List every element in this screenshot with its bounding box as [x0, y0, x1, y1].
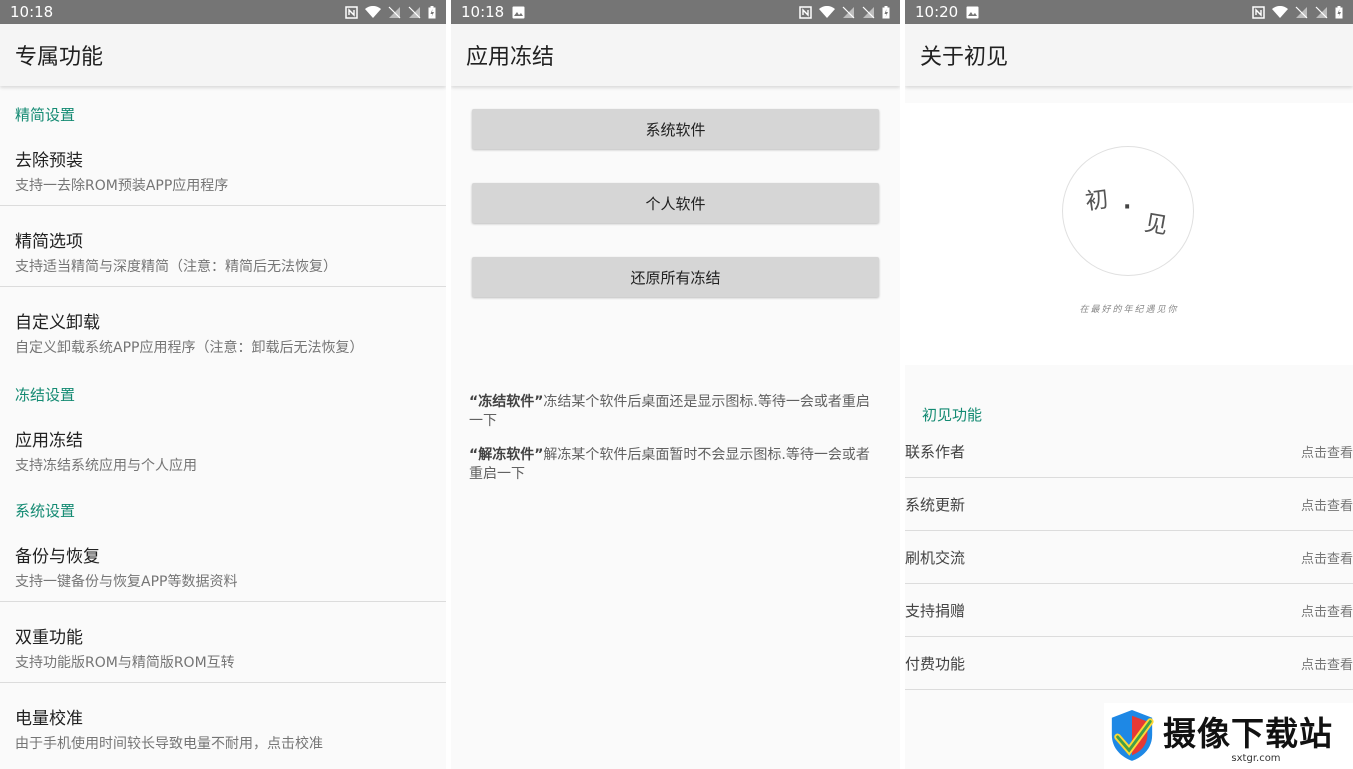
signal-off-icon	[388, 6, 401, 18]
battery-charging-icon	[428, 5, 436, 18]
status-bar: 10:18	[0, 0, 446, 24]
wifi-icon	[365, 5, 381, 18]
section-header-freeze: 冻结设置	[15, 386, 76, 404]
item-subtitle: 支持冻结系统应用与个人应用	[15, 458, 197, 474]
logo-circle: 初 · 见	[1062, 146, 1194, 276]
system-apps-button[interactable]: 系统软件	[472, 109, 879, 149]
divider	[0, 601, 446, 602]
logo-char-1: 初	[1083, 186, 1111, 216]
item-title: 备份与恢复	[15, 547, 100, 567]
item-subtitle: 支持一去除ROM预装APP应用程序	[15, 178, 229, 194]
divider	[0, 682, 446, 683]
image-notification-icon	[512, 6, 525, 18]
battery-charging-icon	[1335, 5, 1343, 18]
divider	[0, 205, 446, 206]
logo-tagline: 在最好的年纪遇见你	[1079, 305, 1179, 315]
image-notification-icon	[966, 6, 979, 18]
view-link[interactable]: 点击查看	[1301, 495, 1353, 514]
view-link[interactable]: 点击查看	[1301, 601, 1353, 620]
special-features-screen: 10:18 专属功能 精简设置 去除预装 支持一去除ROM预装APP应用程序 精…	[0, 0, 446, 769]
page-title: 专属功能	[15, 45, 104, 70]
page-title: 关于初见	[920, 45, 1009, 70]
shield-logo-icon	[1111, 710, 1154, 761]
item-title: 自定义卸载	[15, 313, 100, 333]
item-title: 应用冻结	[15, 431, 83, 451]
watermark: 摄像下载站 sxtgr.com	[1104, 703, 1353, 769]
app-bar: 应用冻结	[451, 24, 900, 86]
logo-banner: 初 · 见 在最好的年纪遇见你	[905, 103, 1353, 365]
wifi-icon	[819, 5, 835, 18]
wifi-icon	[1272, 5, 1288, 18]
row-paid-features[interactable]: 付费功能 点击查看	[905, 637, 1353, 690]
section-header-simplify: 精简设置	[15, 106, 76, 124]
watermark-url: sxtgr.com	[1231, 753, 1281, 764]
menu-item-battery-calibration[interactable]: 电量校准 由于手机使用时间较长导致电量不耐用，点击校准	[0, 704, 446, 752]
item-title: 电量校准	[15, 709, 83, 729]
menu-item-simplify-options[interactable]: 精简选项 支持适当精简与深度精简（注意：精简后无法恢复）	[0, 227, 446, 275]
status-bar: 10:18	[451, 0, 900, 24]
nfc-icon	[345, 5, 358, 19]
signal-off-icon	[1295, 6, 1308, 18]
app-bar: 关于初见	[905, 24, 1353, 86]
menu-item-app-freeze[interactable]: 应用冻结 支持冻结系统应用与个人应用	[0, 426, 446, 474]
item-subtitle: 自定义卸载系统APP应用程序（注意：卸载后无法恢复）	[15, 340, 364, 356]
row-flash-exchange[interactable]: 刷机交流 点击查看	[905, 531, 1353, 584]
row-label: 联系作者	[905, 442, 966, 461]
section-header-features: 初见功能	[922, 406, 983, 424]
row-label: 付费功能	[905, 654, 966, 673]
menu-item-custom-uninstall[interactable]: 自定义卸载 自定义卸载系统APP应用程序（注意：卸载后无法恢复）	[0, 308, 446, 356]
logo-char-2: 见	[1142, 210, 1170, 240]
menu-item-backup-restore[interactable]: 备份与恢复 支持一键备份与恢复APP等数据资料	[0, 542, 446, 590]
note-term: “冻结软件”	[469, 394, 544, 410]
app-bar: 专属功能	[0, 24, 446, 86]
row-label: 支持捐赠	[905, 601, 966, 620]
row-system-update[interactable]: 系统更新 点击查看	[905, 478, 1353, 531]
logo-dot: ·	[1123, 195, 1132, 220]
section-header-system: 系统设置	[15, 502, 76, 520]
item-subtitle: 由于手机使用时间较长导致电量不耐用，点击校准	[15, 736, 323, 752]
about-screen: 10:20 关于初见 初 · 见 在最好的年纪遇见你 初见功能 联系作者 点击查…	[905, 0, 1353, 769]
view-link[interactable]: 点击查看	[1301, 654, 1353, 673]
page-title: 应用冻结	[466, 45, 555, 70]
signal-off-icon	[1315, 6, 1328, 18]
view-link[interactable]: 点击查看	[1301, 442, 1353, 461]
signal-off-icon	[408, 6, 421, 18]
row-donate[interactable]: 支持捐赠 点击查看	[905, 584, 1353, 637]
signal-off-icon	[842, 6, 855, 18]
battery-charging-icon	[882, 5, 890, 18]
item-subtitle: 支持功能版ROM与精简版ROM互转	[15, 655, 235, 671]
status-time: 10:18	[10, 3, 54, 21]
row-contact-author[interactable]: 联系作者 点击查看	[905, 425, 1353, 478]
unfreeze-note: “解冻软件”解冻某个软件后桌面暂时不会显示图标.等待一会或者重启一下	[469, 446, 879, 484]
app-freeze-screen: 10:18 应用冻结 系统软件 个人软件 还原所有冻结 “冻结软件”冻结某个软件…	[451, 0, 900, 769]
nfc-icon	[799, 5, 812, 19]
row-label: 系统更新	[905, 495, 966, 514]
item-subtitle: 支持适当精简与深度精简（注意：精简后无法恢复）	[15, 259, 337, 275]
item-title: 精简选项	[15, 232, 83, 252]
personal-apps-button[interactable]: 个人软件	[472, 183, 879, 223]
item-title: 去除预装	[15, 151, 83, 171]
view-link[interactable]: 点击查看	[1301, 548, 1353, 567]
restore-all-frozen-button[interactable]: 还原所有冻结	[472, 257, 879, 297]
menu-item-dual-function[interactable]: 双重功能 支持功能版ROM与精简版ROM互转	[0, 623, 446, 671]
item-title: 双重功能	[15, 628, 83, 648]
status-bar: 10:20	[905, 0, 1353, 24]
note-term: “解冻软件”	[469, 447, 544, 463]
status-time: 10:18	[461, 3, 505, 21]
row-label: 刷机交流	[905, 548, 966, 567]
item-subtitle: 支持一键备份与恢复APP等数据资料	[15, 574, 238, 590]
freeze-note: “冻结软件”冻结某个软件后桌面还是显示图标.等待一会或者重启一下	[469, 393, 879, 431]
watermark-brand: 摄像下载站	[1163, 714, 1333, 753]
divider	[0, 286, 446, 287]
signal-off-icon	[862, 6, 875, 18]
nfc-icon	[1252, 5, 1265, 19]
menu-item-remove-preinstalled[interactable]: 去除预装 支持一去除ROM预装APP应用程序	[0, 146, 446, 194]
status-time: 10:20	[915, 3, 959, 21]
